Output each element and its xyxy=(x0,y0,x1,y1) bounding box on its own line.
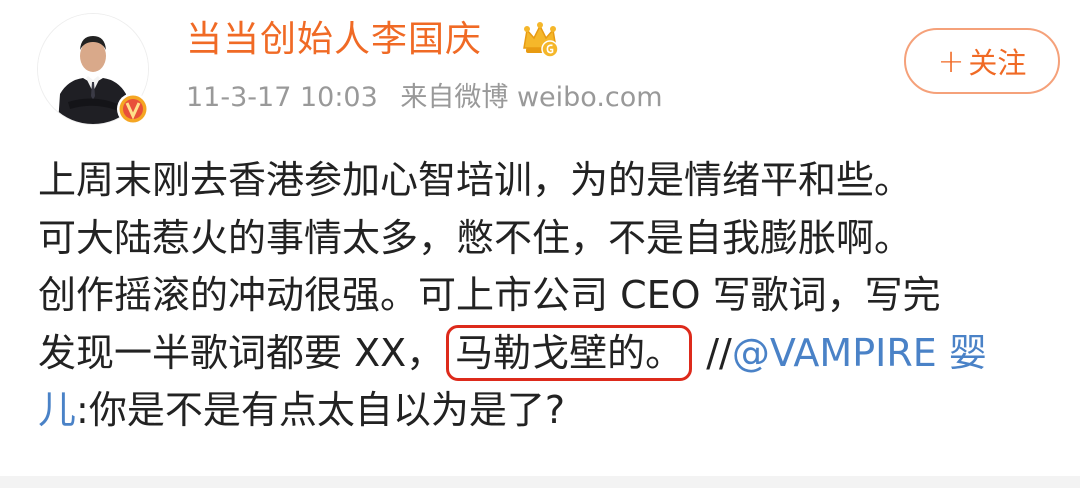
post-line: 发现一半歌词都要 XX， 马勒戈壁的。 //@VAMPIRE 婴 xyxy=(38,324,1058,383)
highlight-box: 马勒戈壁的。 xyxy=(446,324,693,381)
follow-label: 关注 xyxy=(968,46,1027,80)
post-content: 上周末刚去香港参加心智培训，为的是情绪平和些。 可大陆惹火的事情太多，憋不住，不… xyxy=(38,152,1058,440)
plus-icon: + xyxy=(937,42,965,80)
post-line: 上周末刚去香港参加心智培训，为的是情绪平和些。 xyxy=(38,158,913,202)
follow-button[interactable]: + 关注 xyxy=(904,28,1060,94)
post-line: 儿:你是不是有点太自以为是了? xyxy=(38,382,1058,440)
post-line: 创作摇滚的冲动很强。可上市公司 CEO 写歌词，写完 xyxy=(38,273,941,317)
post-time: 11-3-17 10:03 xyxy=(186,82,378,113)
post-text: 发现一半歌词都要 XX， xyxy=(38,330,445,375)
post-meta: 11-3-17 10:03 来自微博 weibo.com xyxy=(186,78,677,118)
author-avatar[interactable] xyxy=(38,14,149,125)
mention-link-continued[interactable]: 儿 xyxy=(38,388,76,432)
author-name[interactable]: 当当创始人李国庆 xyxy=(186,14,482,66)
verified-v-icon xyxy=(117,93,149,125)
member-crown-icon xyxy=(523,22,559,58)
post-line: 可大陆惹火的事情太多，憋不住，不是自我膨胀啊。 xyxy=(38,215,913,260)
post-source[interactable]: 来自微博 weibo.com xyxy=(400,82,662,113)
footer-divider xyxy=(0,476,1080,488)
mention-link[interactable]: @VAMPIRE 婴 xyxy=(732,331,987,375)
repost-text: :你是不是有点太自以为是了? xyxy=(76,388,565,432)
repost-separator: // xyxy=(694,330,732,375)
